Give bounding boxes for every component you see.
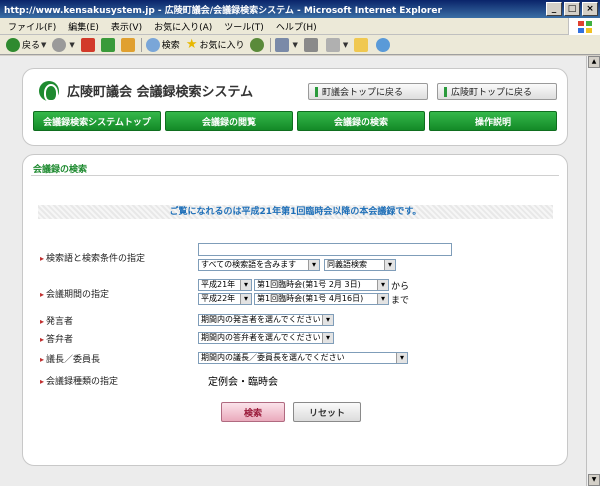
page-scrollbar[interactable]: ▲ ▼: [586, 56, 600, 486]
menu-favorites[interactable]: お気に入り(A): [154, 20, 212, 33]
maximize-button[interactable]: □: [564, 2, 580, 16]
search-panel: 会議録の検索 ご覧になれるのは平成21年第1回臨時会以降の本会議録です。 ▸ 検索…: [22, 154, 568, 466]
favorites-button[interactable]: ★ お気に入り: [186, 37, 245, 52]
keyword-label: ▸ 検索語と検索条件の指定: [40, 251, 145, 264]
reset-button[interactable]: リセット: [293, 402, 361, 422]
keyword-condition-select[interactable]: すべての検索語を含みます: [198, 259, 320, 271]
messenger-icon[interactable]: [376, 37, 391, 52]
history-icon[interactable]: [250, 37, 265, 52]
keyword-input[interactable]: [198, 243, 452, 256]
period-label: ▸ 会議期間の指定: [40, 287, 109, 300]
responder-label-text: 答弁者: [46, 335, 74, 345]
keyword-label-text: 検索語と検索条件の指定: [46, 254, 146, 264]
responder-select[interactable]: 期間内の答弁者を選んでください: [198, 332, 334, 344]
scroll-down-icon[interactable]: ▼: [588, 474, 600, 486]
menu-file[interactable]: ファイル(F): [8, 20, 56, 33]
edit-icon[interactable]: [325, 37, 340, 52]
search-button[interactable]: 検索: [145, 37, 180, 52]
period-from-year-select[interactable]: 平成21年: [198, 279, 252, 291]
forward-arrow-icon: [52, 37, 67, 52]
link-bullet-icon: [315, 86, 318, 97]
type-label: ▸ 会議録種類の指定: [40, 374, 118, 387]
back-dropdown-icon: ▼: [41, 40, 47, 49]
keyword-mode-select[interactable]: 同義語検索: [324, 259, 396, 271]
scroll-up-icon[interactable]: ▲: [588, 56, 600, 68]
period-from-session-select[interactable]: 第1回臨時会(第1号 2月 3日): [254, 279, 389, 291]
speaker-select[interactable]: 期間内の発言者を選んでください: [198, 314, 334, 326]
menu-bar: ファイル(F) 編集(E) 表示(V) お気に入り(A) ツール(T) ヘルプ(…: [0, 18, 600, 35]
council-top-label: 町議会トップに戻る: [322, 88, 404, 98]
nav-search-top[interactable]: 会議録検索システムトップ: [33, 111, 161, 131]
speaker-label: ▸ 発言者: [40, 314, 73, 327]
town-top-label: 広陵町トップに戻る: [451, 88, 533, 98]
nav-help[interactable]: 操作説明: [429, 111, 557, 131]
window-title: http://www.kensakusystem.jp - 広陵町議会/会議録検…: [4, 5, 442, 16]
back-button[interactable]: 戻る ▼: [6, 37, 47, 52]
availability-notice: ご覧になれるのは平成21年第1回臨時会以降の本会議録です。: [38, 205, 553, 219]
toolbar-separator: [140, 37, 142, 52]
type-value: 定例会・臨時会: [208, 377, 278, 388]
responder-label: ▸ 答弁者: [40, 332, 73, 345]
speaker-label-text: 発言者: [46, 317, 74, 327]
bullet-icon: ▸: [40, 335, 45, 344]
town-logo-icon: [39, 81, 59, 102]
refresh-icon[interactable]: [100, 37, 115, 52]
stop-icon[interactable]: [80, 37, 95, 52]
town-top-link[interactable]: 広陵町トップに戻る: [437, 83, 557, 100]
browser-toolbar: 戻る ▼ ▼ 検索 ★ お気に入り ▼ ▼: [0, 35, 600, 55]
chair-select[interactable]: 期間内の議長／委員長を選んでください: [198, 352, 408, 364]
mail-icon[interactable]: [275, 37, 290, 52]
back-arrow-icon: [6, 37, 20, 52]
type-label-text: 会議録種類の指定: [46, 377, 119, 387]
nav-browse[interactable]: 会議録の閲覧: [165, 111, 293, 131]
page-viewport: 広陵町議会 会議録検索システム 町議会トップに戻る 広陵町トップに戻る 会議録検…: [0, 56, 600, 486]
home-icon[interactable]: [120, 37, 135, 52]
favorites-label: お気に入り: [199, 41, 245, 51]
windows-flag-icon: [568, 18, 600, 35]
period-to-session-select[interactable]: 第1回臨時会(第1号 4月16日): [254, 293, 389, 305]
period-to-year-select[interactable]: 平成22年: [198, 293, 252, 305]
chair-label: ▸ 議長／委員長: [40, 352, 100, 365]
section-title: 会議録の検索: [33, 165, 88, 175]
site-title: 広陵町議会 会議録検索システム: [67, 85, 254, 100]
bullet-icon: ▸: [40, 254, 45, 263]
search-submit-button[interactable]: 検索: [221, 402, 285, 422]
section-divider: [31, 175, 559, 176]
nav-search[interactable]: 会議録の検索: [297, 111, 425, 131]
back-label: 戻る: [22, 41, 41, 51]
print-icon[interactable]: [303, 37, 318, 52]
period-label-text: 会議期間の指定: [46, 290, 110, 300]
council-top-link[interactable]: 町議会トップに戻る: [308, 83, 428, 100]
menu-tools[interactable]: ツール(T): [224, 20, 264, 33]
star-icon: ★: [185, 37, 198, 52]
window-controls: _ □ ×: [546, 2, 598, 16]
search-label: 検索: [161, 41, 180, 51]
folder-icon[interactable]: [354, 37, 369, 52]
forward-dropdown-icon: ▼: [69, 40, 75, 49]
bullet-icon: ▸: [40, 317, 45, 326]
menu-edit[interactable]: 編集(E): [68, 20, 99, 33]
magnifier-icon: [145, 37, 160, 52]
link-bullet-icon: [444, 86, 447, 97]
bullet-icon: ▸: [40, 355, 45, 364]
forward-button[interactable]: ▼: [52, 37, 75, 52]
window-titlebar: http://www.kensakusystem.jp - 広陵町議会/会議録検…: [0, 0, 600, 18]
chair-label-text: 議長／委員長: [46, 355, 101, 365]
menu-view[interactable]: 表示(V): [111, 20, 142, 33]
edit-dropdown-icon[interactable]: ▼: [343, 41, 348, 49]
period-to-suffix: まで: [391, 296, 410, 306]
bullet-icon: ▸: [40, 377, 45, 386]
site-header: 広陵町議会 会議録検索システム 町議会トップに戻る 広陵町トップに戻る 会議録検…: [22, 68, 568, 146]
menu-help[interactable]: ヘルプ(H): [276, 20, 317, 33]
mail-dropdown-icon[interactable]: ▼: [292, 41, 297, 49]
toolbar-separator: [270, 37, 272, 52]
bullet-icon: ▸: [40, 290, 45, 299]
period-from-suffix: から: [391, 282, 410, 292]
minimize-button[interactable]: _: [546, 2, 562, 16]
close-button[interactable]: ×: [582, 2, 598, 16]
